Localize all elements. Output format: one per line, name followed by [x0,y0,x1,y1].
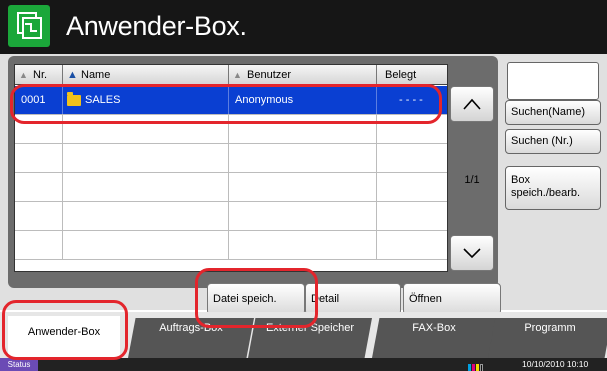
cell-name: SALES [63,86,229,114]
datetime-display: 10/10/2010 10:10 [522,359,589,369]
box-save-edit-button[interactable]: Box speich./bearb. [505,166,601,210]
column-header-name[interactable]: ▲ Name [63,65,229,85]
table-row-empty [15,231,447,260]
open-button[interactable]: Öffnen [403,283,501,315]
folder-icon [67,92,81,106]
table-header: ▲ Nr. ▲ Name ▲ Benutzer Belegt [15,65,447,85]
status-button[interactable]: Status [0,358,38,371]
page-title: Anwender-Box. [66,11,247,41]
tab-anwender-box[interactable]: Anwender-Box [8,316,120,358]
sort-arrow-icon: ▲ [233,70,242,80]
table-row-empty [15,202,447,231]
table-row-empty [15,173,447,202]
chevron-up-icon [463,98,481,110]
tab-externer-speicher[interactable]: Externer Speicher [248,318,372,358]
cell-nr: 0001 [15,86,63,114]
cell-user: Anonymous [229,86,377,114]
sort-arrow-icon: ▲ [19,70,28,80]
scroll-up-button[interactable] [450,86,494,122]
tab-programm[interactable]: Programm [488,318,607,358]
status-bar: Status 10/10/2010 10:10 [0,358,607,371]
title-bar: Anwender-Box. [0,0,607,54]
page-indicator: 1/1 [464,174,480,186]
search-number-button[interactable]: Suchen (Nr.) [505,129,601,154]
search-field[interactable] [507,62,599,100]
toner-level-icon [468,360,484,371]
sort-arrow-active-icon: ▲ [67,69,78,81]
column-header-nr[interactable]: ▲ Nr. [15,65,63,85]
cell-used: - - - - [399,94,423,106]
column-header-used[interactable]: Belegt [377,65,447,85]
document-box-icon [8,5,50,47]
table-row-empty [15,144,447,173]
scroll-column: 1/1 [450,84,494,274]
scroll-down-button[interactable] [450,235,494,271]
table-row[interactable]: 0001 SALES Anonymous - - - - [15,86,447,115]
table-row-empty [15,115,447,144]
search-name-button[interactable]: Suchen(Name) [505,100,601,125]
box-table: ▲ Nr. ▲ Name ▲ Benutzer Belegt 0001 SALE… [14,64,448,272]
chevron-down-icon [463,248,481,259]
tab-auftrags-box[interactable]: Auftrags-Box [128,318,254,358]
tab-fax-box[interactable]: FAX-Box [372,318,496,358]
save-file-button[interactable]: Datei speich. [207,283,305,315]
right-panel: Suchen(Name) Suchen (Nr.) Box speich./be… [503,60,607,310]
detail-button[interactable]: Detail [305,283,401,315]
column-header-user[interactable]: ▲ Benutzer [229,65,377,85]
